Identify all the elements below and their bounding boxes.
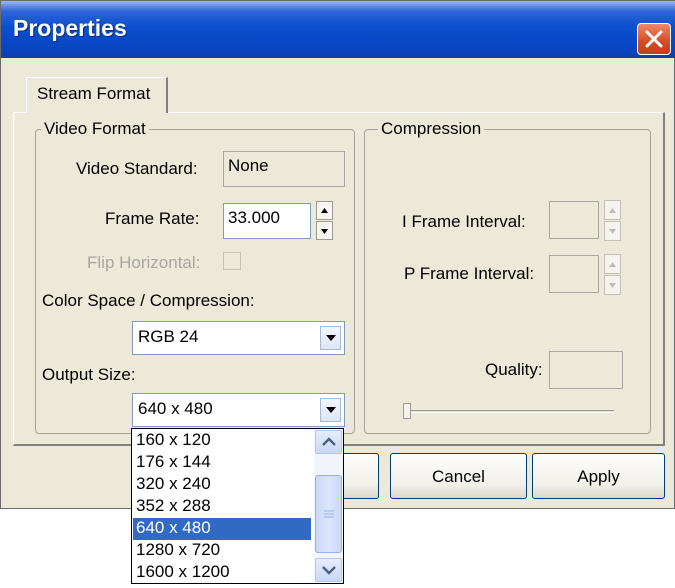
spin-up-icon bbox=[609, 208, 616, 213]
spin-up-icon bbox=[321, 208, 328, 213]
grip-icon bbox=[324, 510, 334, 518]
output-size-value: 640 x 480 bbox=[138, 399, 213, 418]
dropdown-arrow-icon bbox=[326, 335, 336, 341]
list-item[interactable]: 320 x 240 bbox=[133, 474, 311, 496]
output-size-label: Output Size: bbox=[42, 365, 136, 384]
scroll-down-icon bbox=[322, 566, 336, 575]
frame-rate-label: Frame Rate: bbox=[105, 209, 200, 228]
color-space-dropdown-button[interactable] bbox=[320, 326, 341, 350]
cancel-button-label: Cancel bbox=[432, 467, 485, 486]
cancel-button[interactable]: Cancel bbox=[390, 453, 527, 499]
output-size-listbox[interactable]: 160 x 120 176 x 144 320 x 240 352 x 288 … bbox=[131, 428, 344, 584]
p-frame-spin-up[interactable] bbox=[604, 254, 621, 274]
window-title: Properties bbox=[13, 15, 127, 41]
video-format-group-label: Video Format bbox=[41, 119, 149, 139]
spin-down-icon bbox=[321, 229, 328, 234]
frame-rate-value: 33.000 bbox=[228, 208, 280, 227]
apply-button-label: Apply bbox=[577, 467, 620, 486]
scroll-up-icon bbox=[322, 437, 336, 446]
title-bar[interactable]: Properties bbox=[1, 1, 675, 58]
video-standard-label: Video Standard: bbox=[76, 159, 198, 178]
video-standard-field: None bbox=[223, 151, 345, 187]
spin-up-icon bbox=[609, 262, 616, 267]
flip-horizontal-checkbox[interactable] bbox=[223, 252, 241, 270]
video-standard-value: None bbox=[228, 156, 269, 175]
frame-rate-spin-up[interactable] bbox=[316, 201, 333, 220]
flip-horizontal-label: Flip Horizontal: bbox=[87, 253, 201, 272]
p-frame-interval-label: P Frame Interval: bbox=[404, 264, 535, 283]
compression-group-label: Compression bbox=[378, 119, 485, 139]
close-button[interactable] bbox=[637, 23, 671, 55]
output-size-dropdown-button[interactable] bbox=[320, 398, 341, 422]
scroll-down-button[interactable] bbox=[315, 558, 342, 582]
list-item[interactable]: 160 x 120 bbox=[133, 430, 311, 452]
list-item[interactable]: 352 x 288 bbox=[133, 496, 311, 518]
list-item[interactable]: 176 x 144 bbox=[133, 452, 311, 474]
quality-input[interactable] bbox=[549, 351, 623, 389]
tab-label: Stream Format bbox=[37, 84, 151, 103]
i-frame-interval-input[interactable] bbox=[549, 201, 599, 239]
scroll-thumb[interactable] bbox=[315, 475, 342, 553]
p-frame-interval-input[interactable] bbox=[549, 255, 599, 293]
color-space-value: RGB 24 bbox=[138, 327, 199, 346]
p-frame-spin-down[interactable] bbox=[604, 275, 621, 295]
output-size-select[interactable]: 640 x 480 bbox=[132, 393, 345, 427]
listbox-scrollbar[interactable] bbox=[314, 430, 343, 582]
dropdown-arrow-icon bbox=[326, 407, 336, 413]
spin-down-icon bbox=[609, 229, 616, 234]
frame-rate-input[interactable]: 33.000 bbox=[223, 203, 311, 239]
i-frame-spin-down[interactable] bbox=[604, 221, 621, 241]
tab-stream-format[interactable]: Stream Format bbox=[26, 77, 168, 113]
quality-slider-track[interactable] bbox=[407, 410, 614, 413]
close-icon bbox=[645, 30, 663, 48]
spin-down-icon bbox=[609, 283, 616, 288]
quality-label: Quality: bbox=[485, 360, 543, 379]
list-item[interactable]: 1280 x 720 bbox=[133, 540, 311, 562]
scroll-up-button[interactable] bbox=[315, 430, 342, 454]
color-space-label: Color Space / Compression: bbox=[42, 291, 255, 310]
color-space-select[interactable]: RGB 24 bbox=[132, 321, 345, 355]
i-frame-spin-up[interactable] bbox=[604, 200, 621, 220]
apply-button[interactable]: Apply bbox=[532, 453, 665, 499]
quality-slider-thumb[interactable] bbox=[403, 403, 411, 419]
list-item-selected[interactable]: 640 x 480 bbox=[133, 518, 311, 540]
list-item[interactable]: 1600 x 1200 bbox=[133, 562, 311, 584]
frame-rate-spin-down[interactable] bbox=[316, 221, 333, 240]
i-frame-interval-label: I Frame Interval: bbox=[402, 212, 526, 231]
